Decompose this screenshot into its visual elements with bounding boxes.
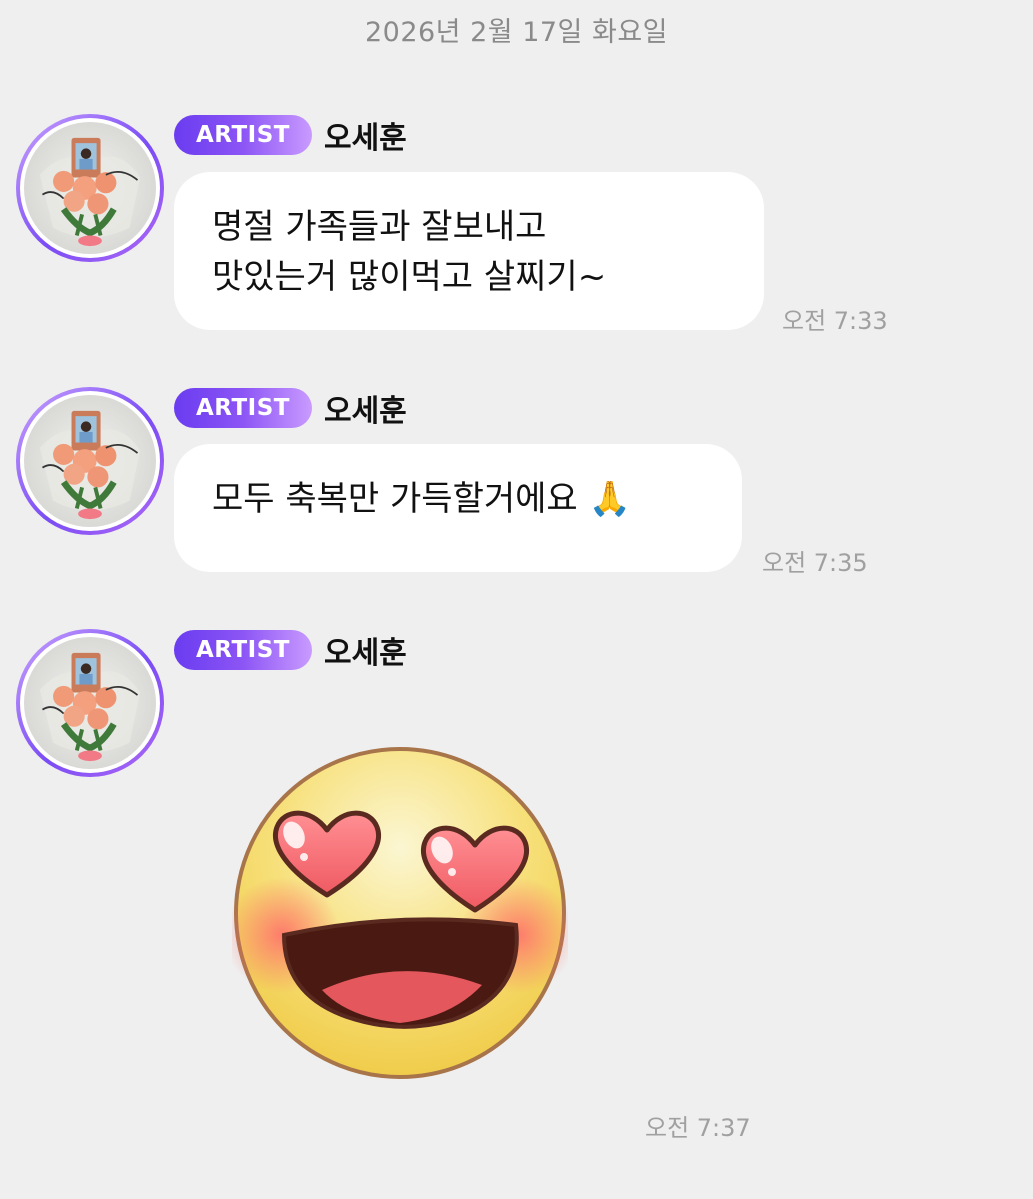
message-text: 모두 축복만 가득할거에요 🙏 xyxy=(212,479,631,519)
message-time: 오전 7:37 xyxy=(645,1114,751,1142)
message-bubble[interactable]: 명절 가족들과 잘보내고 맛있는거 많이먹고 살찌기~ xyxy=(174,172,764,330)
artist-badge: ARTIST xyxy=(174,630,312,670)
message-line: 명절 가족들과 잘보내고 xyxy=(212,207,547,247)
message-bubble[interactable]: 모두 축복만 가득할거에요 🙏 xyxy=(174,444,742,572)
bouquet-avatar-icon xyxy=(24,122,156,254)
artist-badge: ARTIST xyxy=(174,388,312,428)
heart-eyes-smiley-sticker[interactable] xyxy=(232,745,568,1081)
sender-name[interactable]: 오세훈 xyxy=(324,113,407,157)
message-line: 맛있는거 많이먹고 살찌기~ xyxy=(212,257,607,297)
bouquet-avatar-icon xyxy=(24,395,156,527)
bouquet-avatar-icon xyxy=(24,637,156,769)
avatar[interactable] xyxy=(16,387,164,535)
message-header: ARTIST 오세훈 xyxy=(174,114,407,156)
date-divider: 2026년 2월 17일 화요일 xyxy=(364,17,669,48)
message-header: ARTIST 오세훈 xyxy=(174,629,407,671)
avatar[interactable] xyxy=(16,114,164,262)
message-time: 오전 7:35 xyxy=(762,549,868,577)
sender-name[interactable]: 오세훈 xyxy=(324,628,407,672)
message-time: 오전 7:33 xyxy=(782,307,888,335)
artist-badge: ARTIST xyxy=(174,115,312,155)
sender-name[interactable]: 오세훈 xyxy=(324,386,407,430)
message-header: ARTIST 오세훈 xyxy=(174,387,407,429)
avatar[interactable] xyxy=(16,629,164,777)
